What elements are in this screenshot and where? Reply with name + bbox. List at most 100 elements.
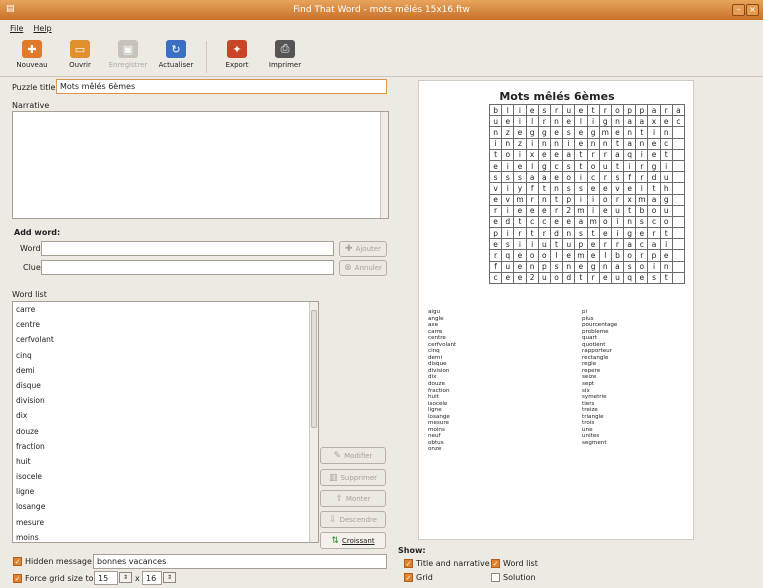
grid-cell: r bbox=[488, 249, 503, 262]
grid-cell: d bbox=[562, 271, 576, 285]
grid-cell: t bbox=[537, 182, 551, 195]
grid-cell: n bbox=[598, 260, 612, 273]
new-button[interactable]: ✚ Nouveau bbox=[8, 37, 56, 76]
move-down-button[interactable]: ⇩ Descendre bbox=[320, 511, 386, 528]
add-word-button[interactable]: ✚ Ajouter bbox=[339, 241, 387, 257]
word-input[interactable] bbox=[41, 241, 334, 256]
unchecked-box-icon bbox=[491, 573, 500, 582]
grid-cell: e bbox=[549, 126, 564, 139]
grid-height-input[interactable]: 16 bbox=[142, 571, 162, 585]
show-solution-checkbox[interactable]: Solution bbox=[491, 573, 536, 582]
show-title-narrative-checkbox[interactable]: ✓ Title and narrative bbox=[404, 559, 490, 568]
grid-cell: l bbox=[549, 249, 564, 262]
modify-button[interactable]: ✎ Modifier bbox=[320, 447, 386, 464]
grid-cell: s bbox=[635, 215, 649, 229]
list-item[interactable]: douze bbox=[13, 424, 318, 439]
grid-cell: i bbox=[586, 193, 600, 206]
grid-cell: t bbox=[623, 204, 637, 217]
menu-help[interactable]: Help bbox=[33, 24, 51, 33]
print-label: Imprimer bbox=[268, 61, 302, 69]
grid-cell: g bbox=[537, 126, 551, 139]
grid-cell: o bbox=[549, 271, 564, 285]
menu-file[interactable]: File bbox=[10, 24, 23, 33]
word-list-scrollbar[interactable] bbox=[309, 302, 318, 542]
hidden-message-label: Hidden message bbox=[25, 557, 92, 566]
grid-cell: e bbox=[598, 204, 612, 217]
delete-button[interactable]: ▥ Supprimer bbox=[320, 469, 386, 486]
grid-cell: i bbox=[623, 159, 637, 173]
grid-cell: a bbox=[671, 103, 686, 117]
puzzle-title-input[interactable]: Mots mêlés 6èmes bbox=[56, 79, 387, 94]
move-up-button-label: Monter bbox=[345, 494, 371, 503]
narrative-textarea[interactable] bbox=[12, 111, 389, 219]
open-button[interactable]: ▭ Ouvrir bbox=[56, 37, 104, 76]
show-title-narrative-label: Title and narrative bbox=[416, 559, 490, 568]
grid-cell: u bbox=[562, 103, 576, 117]
move-up-button[interactable]: ⇧ Monter bbox=[320, 490, 386, 507]
list-item[interactable]: ligne bbox=[13, 484, 318, 499]
show-grid-checkbox[interactable]: ✓ Grid bbox=[404, 573, 433, 582]
list-item[interactable]: dix bbox=[13, 408, 318, 423]
grid-width-spinner[interactable]: ⇕ bbox=[119, 572, 132, 583]
grid-cell: i bbox=[501, 204, 515, 217]
grid-row: rqeoolemelborpe bbox=[488, 249, 686, 262]
show-word-list-checkbox[interactable]: ✓ Word list bbox=[491, 559, 538, 568]
hidden-message-checkbox[interactable]: ✓ Hidden message bbox=[13, 557, 92, 566]
grid-cell: x bbox=[647, 115, 661, 128]
list-item[interactable]: losange bbox=[13, 499, 318, 514]
force-grid-checkbox[interactable]: ✓ Force grid size to bbox=[13, 574, 93, 583]
list-item[interactable]: disque bbox=[13, 378, 318, 393]
scrollbar-thumb[interactable] bbox=[311, 310, 317, 428]
list-item[interactable]: demi bbox=[13, 363, 318, 378]
list-item[interactable]: cinq bbox=[13, 348, 318, 363]
grid-cell: f bbox=[488, 260, 503, 273]
grid-cell: i bbox=[501, 182, 515, 195]
refresh-button[interactable]: ↻ Actualiser bbox=[152, 37, 200, 76]
grid-cell: p bbox=[647, 249, 661, 262]
list-item[interactable]: division bbox=[13, 393, 318, 408]
export-button[interactable]: ✦ Export bbox=[213, 37, 261, 76]
clue-input[interactable] bbox=[41, 260, 334, 275]
narrative-scrollbar[interactable] bbox=[380, 112, 388, 218]
word-list[interactable]: carre centre cerfvolant cinq demi disque divis… bbox=[12, 301, 319, 543]
sort-ascending-button[interactable]: ⇅ Croissant bbox=[320, 532, 386, 549]
grid-cell: a bbox=[610, 260, 625, 273]
grid-cell bbox=[671, 159, 686, 173]
grid-width-input[interactable]: 15 bbox=[94, 571, 118, 585]
grid-cell bbox=[671, 182, 686, 195]
list-item[interactable]: centre bbox=[13, 317, 318, 332]
print-button[interactable]: ⎙ Imprimer bbox=[261, 37, 309, 76]
preview-title: Mots mêlés 6èmes bbox=[499, 90, 615, 103]
save-button[interactable]: ▣ Enregistrer bbox=[104, 37, 152, 76]
minimize-button[interactable]: – bbox=[732, 4, 745, 16]
list-item[interactable]: cerfvolant bbox=[13, 332, 318, 347]
list-item[interactable]: mesure bbox=[13, 515, 318, 530]
grid-cell: r bbox=[488, 204, 503, 217]
grid-cell: i bbox=[513, 103, 527, 117]
grid-height-spinner[interactable]: ⇕ bbox=[163, 572, 176, 583]
grid-cell: c bbox=[488, 271, 503, 285]
cancel-word-button[interactable]: ⊗ Annuler bbox=[339, 260, 387, 276]
cancel-word-button-label: Annuler bbox=[354, 264, 382, 272]
grid-cell: o bbox=[610, 103, 625, 117]
check-icon: ✓ bbox=[404, 573, 413, 582]
grid-cell: u bbox=[610, 204, 625, 217]
grid-cell: t bbox=[549, 193, 564, 206]
grid-cell: q bbox=[623, 148, 637, 161]
list-item[interactable]: moins bbox=[13, 530, 318, 542]
hidden-message-input[interactable]: bonnes vacances bbox=[93, 554, 387, 569]
close-button[interactable]: × bbox=[746, 4, 759, 16]
list-item[interactable]: huit bbox=[13, 454, 318, 469]
grid-cell: p bbox=[488, 227, 503, 240]
list-item[interactable]: carre bbox=[13, 302, 318, 317]
new-label: Nouveau bbox=[16, 61, 48, 69]
grid-cell: e bbox=[647, 148, 661, 161]
grid-cell: e bbox=[635, 227, 649, 240]
grid-cell bbox=[671, 137, 686, 150]
grid-cell bbox=[671, 227, 686, 240]
list-item[interactable]: isocele bbox=[13, 469, 318, 484]
list-item[interactable]: fraction bbox=[13, 439, 318, 454]
grid-cell: r bbox=[549, 103, 564, 117]
grid-cell: m bbox=[574, 204, 588, 217]
grid-cell: s bbox=[537, 103, 551, 117]
